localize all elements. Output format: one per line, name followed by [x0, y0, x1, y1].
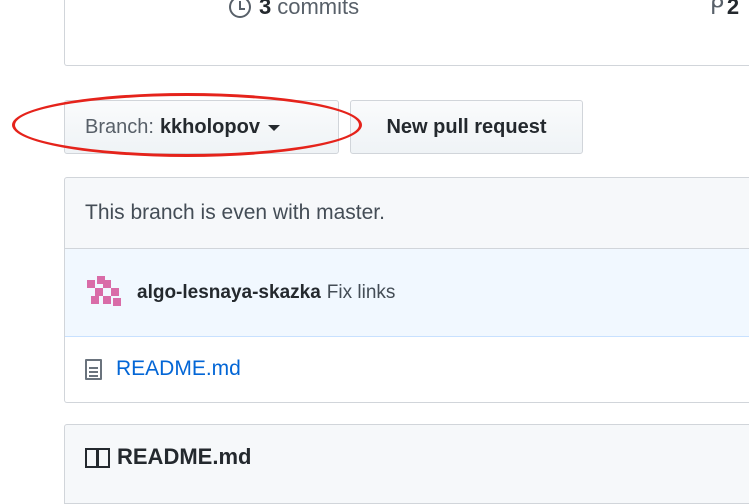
latest-commit-row: algo-lesnaya-skazka Fix links: [65, 249, 749, 337]
branch-name: kkholopov: [159, 115, 260, 138]
history-icon: [229, 0, 251, 18]
readme-title: README.md: [117, 444, 252, 469]
file-text-icon: [85, 358, 102, 380]
commits-label: commits: [277, 0, 360, 19]
commit-message-link[interactable]: Fix links: [327, 282, 396, 304]
caret-down-icon: [267, 125, 280, 131]
list-item: README.md: [65, 337, 749, 401]
pull-requests-count: 2: [726, 0, 740, 19]
readme-header: README.md: [65, 425, 749, 489]
pull-requests-link[interactable]: ᑭ2: [710, 0, 739, 20]
file-link-readme[interactable]: README.md: [116, 357, 241, 381]
commit-author-link[interactable]: algo-lesnaya-skazka: [137, 282, 321, 304]
branch-selector-label: Branch:: [85, 115, 154, 138]
commits-count: 3: [259, 0, 272, 19]
file-list: algo-lesnaya-skazka Fix links README.md: [64, 249, 749, 403]
branch-status-text: This branch is even with master.: [64, 177, 749, 249]
avatar[interactable]: [87, 275, 121, 310]
repo-stats-bar: 3 commits ᑭ2: [64, 0, 749, 66]
commits-link[interactable]: 3 commits: [229, 0, 359, 20]
readme-panel: README.md: [64, 424, 749, 504]
new-pull-request-button[interactable]: New pull request: [350, 100, 583, 154]
branch-selector-button[interactable]: Branch: kkholopov: [64, 100, 339, 154]
pull-request-icon: ᑭ: [710, 0, 724, 19]
book-icon: [85, 448, 110, 468]
